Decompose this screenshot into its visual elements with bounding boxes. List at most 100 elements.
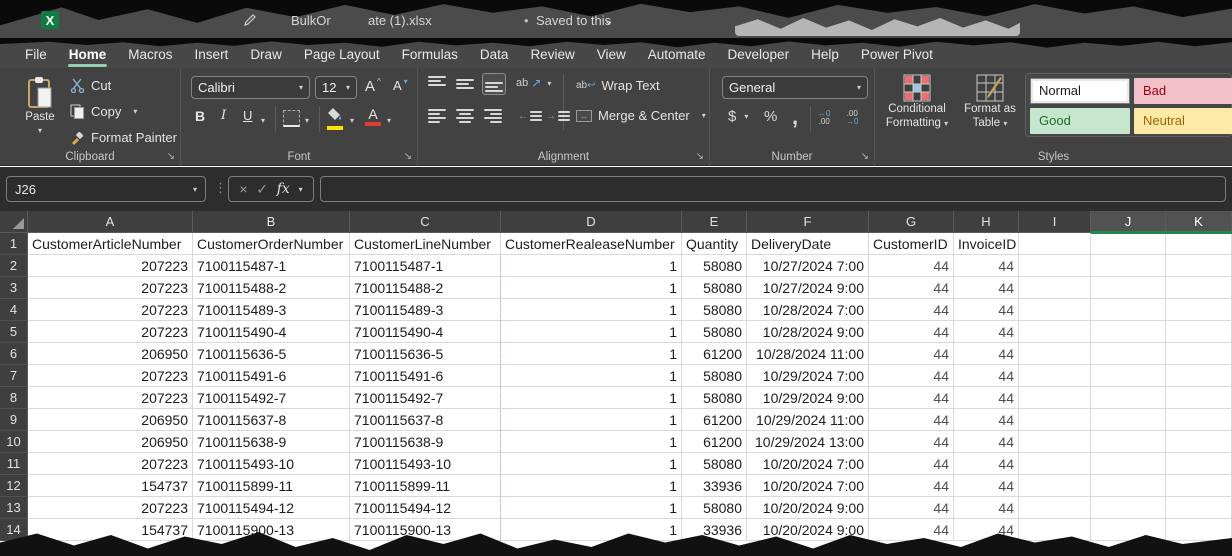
cell-D4[interactable]: 1 xyxy=(501,299,682,321)
cell-J10[interactable] xyxy=(1091,431,1166,453)
cell-A8[interactable]: 207223 xyxy=(28,387,193,409)
cell-D1[interactable]: CustomerRealeaseNumber xyxy=(501,233,682,255)
cell-K1[interactable] xyxy=(1166,233,1232,255)
cell-K3[interactable] xyxy=(1166,277,1232,299)
cell-B11[interactable]: 7100115493-10 xyxy=(193,453,350,475)
col-header-B[interactable]: B xyxy=(193,211,350,233)
cell-B6[interactable]: 7100115636-5 xyxy=(193,343,350,365)
comma-button[interactable]: , xyxy=(792,104,798,130)
orientation-button[interactable]: ab↗▾ xyxy=(516,76,551,90)
cell-I14[interactable] xyxy=(1019,519,1091,541)
cell-G8[interactable]: 44 xyxy=(869,387,954,409)
cell-B13[interactable]: 7100115494-12 xyxy=(193,497,350,519)
format-painter-button[interactable]: Format Painter xyxy=(70,130,177,145)
formula-bar-grip[interactable]: ⋮ xyxy=(214,180,227,196)
cell-I10[interactable] xyxy=(1019,431,1091,453)
col-header-K[interactable]: K xyxy=(1166,211,1232,233)
cell-J9[interactable] xyxy=(1091,409,1166,431)
cell-E7[interactable]: 58080 xyxy=(682,365,747,387)
cell-I5[interactable] xyxy=(1019,321,1091,343)
row-header-13[interactable]: 13 xyxy=(0,497,28,519)
cell-I2[interactable] xyxy=(1019,255,1091,277)
cell-C3[interactable]: 7100115488-2 xyxy=(350,277,501,299)
cell-K5[interactable] xyxy=(1166,321,1232,343)
cell-C10[interactable]: 7100115638-9 xyxy=(350,431,501,453)
cell-H8[interactable]: 44 xyxy=(954,387,1019,409)
cell-C8[interactable]: 7100115492-7 xyxy=(350,387,501,409)
cell-K11[interactable] xyxy=(1166,453,1232,475)
cell-C12[interactable]: 7100115899-11 xyxy=(350,475,501,497)
cell-C7[interactable]: 7100115491-6 xyxy=(350,365,501,387)
cell-G14[interactable]: 44 xyxy=(869,519,954,541)
cell-D9[interactable]: 1 xyxy=(501,409,682,431)
cell-E12[interactable]: 33936 xyxy=(682,475,747,497)
currency-button[interactable]: $▾ xyxy=(728,108,748,125)
cell-D3[interactable]: 1 xyxy=(501,277,682,299)
underline-button[interactable]: U xyxy=(243,108,252,123)
cell-F1[interactable]: DeliveryDate xyxy=(747,233,869,255)
row-header-11[interactable]: 11 xyxy=(0,453,28,475)
confirm-entry-icon[interactable]: ✓ xyxy=(256,181,268,198)
cell-D6[interactable]: 1 xyxy=(501,343,682,365)
cell-G13[interactable]: 44 xyxy=(869,497,954,519)
cell-A6[interactable]: 206950 xyxy=(28,343,193,365)
cell-C11[interactable]: 7100115493-10 xyxy=(350,453,501,475)
cell-J4[interactable] xyxy=(1091,299,1166,321)
cell-I4[interactable] xyxy=(1019,299,1091,321)
middle-align-button[interactable] xyxy=(456,76,474,92)
cell-K9[interactable] xyxy=(1166,409,1232,431)
cell-B9[interactable]: 7100115637-8 xyxy=(193,409,350,431)
bold-button[interactable]: B xyxy=(195,108,205,124)
cell-J5[interactable] xyxy=(1091,321,1166,343)
cell-J11[interactable] xyxy=(1091,453,1166,475)
cell-G5[interactable]: 44 xyxy=(869,321,954,343)
col-header-C[interactable]: C xyxy=(350,211,501,233)
cell-J13[interactable] xyxy=(1091,497,1166,519)
cell-B3[interactable]: 7100115488-2 xyxy=(193,277,350,299)
copy-button[interactable]: Copy ▾ xyxy=(70,104,137,119)
cell-H2[interactable]: 44 xyxy=(954,255,1019,277)
cell-I9[interactable] xyxy=(1019,409,1091,431)
fill-color-button[interactable] xyxy=(327,108,345,130)
conditional-formatting-button[interactable]: Conditional Formatting ▾ xyxy=(879,74,955,131)
cell-C9[interactable]: 7100115637-8 xyxy=(350,409,501,431)
cell-J8[interactable] xyxy=(1091,387,1166,409)
cell-I7[interactable] xyxy=(1019,365,1091,387)
cell-A3[interactable]: 207223 xyxy=(28,277,193,299)
col-header-I[interactable]: I xyxy=(1019,211,1091,233)
cell-I3[interactable] xyxy=(1019,277,1091,299)
function-chevron-icon[interactable]: ▾ xyxy=(299,185,303,194)
cell-H7[interactable]: 44 xyxy=(954,365,1019,387)
row-header-4[interactable]: 4 xyxy=(0,299,28,321)
tab-file[interactable]: File xyxy=(14,40,58,68)
cell-E8[interactable]: 58080 xyxy=(682,387,747,409)
cell-A7[interactable]: 207223 xyxy=(28,365,193,387)
merge-center-button[interactable]: ↔ Merge & Center ▾ xyxy=(576,108,706,123)
align-left-button[interactable] xyxy=(428,108,446,124)
cell-J7[interactable] xyxy=(1091,365,1166,387)
row-header-10[interactable]: 10 xyxy=(0,431,28,453)
cell-J6[interactable] xyxy=(1091,343,1166,365)
cell-G1[interactable]: CustomerID xyxy=(869,233,954,255)
cell-A9[interactable]: 206950 xyxy=(28,409,193,431)
shrink-font-button[interactable]: A▾ xyxy=(393,78,408,93)
row-header-12[interactable]: 12 xyxy=(0,475,28,497)
cell-H11[interactable]: 44 xyxy=(954,453,1019,475)
cell-H3[interactable]: 44 xyxy=(954,277,1019,299)
cell-H9[interactable]: 44 xyxy=(954,409,1019,431)
cell-E2[interactable]: 58080 xyxy=(682,255,747,277)
cell-E1[interactable]: Quantity xyxy=(682,233,747,255)
top-align-button[interactable] xyxy=(428,76,446,92)
cell-J2[interactable] xyxy=(1091,255,1166,277)
cell-I8[interactable] xyxy=(1019,387,1091,409)
grow-font-button[interactable]: A^ xyxy=(365,78,381,95)
cell-G3[interactable]: 44 xyxy=(869,277,954,299)
col-header-J[interactable]: J xyxy=(1091,211,1166,233)
cell-F5[interactable]: 10/28/2024 9:00 xyxy=(747,321,869,343)
col-header-G[interactable]: G xyxy=(869,211,954,233)
cell-H13[interactable]: 44 xyxy=(954,497,1019,519)
col-header-H[interactable]: H xyxy=(954,211,1019,233)
cell-F6[interactable]: 10/28/2024 11:00 xyxy=(747,343,869,365)
cut-button[interactable]: Cut xyxy=(70,78,111,93)
cell-J1[interactable] xyxy=(1091,233,1166,255)
